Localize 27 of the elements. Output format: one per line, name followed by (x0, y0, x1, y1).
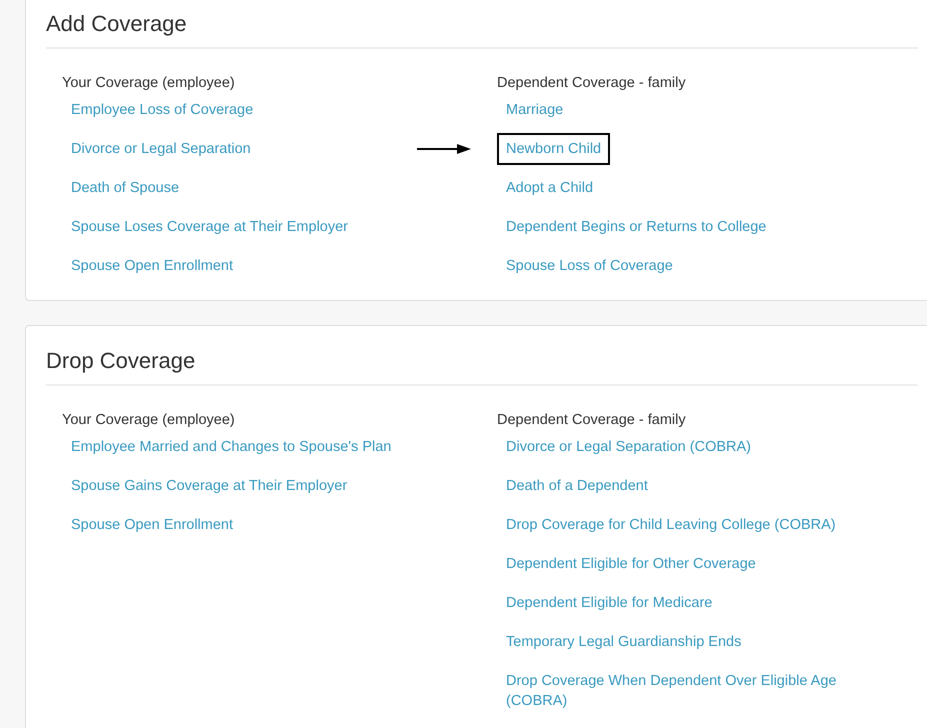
section-title: Add Coverage (46, 10, 188, 38)
coverage-link[interactable]: Spouse Loses Coverage at Their Employer (62, 211, 357, 243)
coverage-link[interactable]: Divorce or Legal Separation (COBRA) (497, 431, 760, 463)
coverage-link[interactable]: Dependent Eligible for Other Coverage (497, 548, 765, 580)
coverage-link[interactable]: Temporary Legal Guardianship Ends (497, 626, 750, 658)
column-heading: Dependent Coverage - family (497, 74, 687, 93)
coverage-link[interactable]: Death of Spouse (62, 172, 188, 204)
coverage-link[interactable]: Spouse Open Enrollment (62, 509, 242, 541)
column-heading: Dependent Coverage - family (497, 411, 687, 430)
coverage-link[interactable]: Dependent Begins or Returns to College (497, 211, 776, 243)
column-heading: Your Coverage (employee) (62, 411, 236, 430)
column-heading: Your Coverage (employee) (62, 74, 236, 93)
coverage-link[interactable]: Adopt a Child (497, 172, 602, 204)
coverage-link[interactable]: Drop Coverage When Dependent Over Eligible Age (COBRA) (497, 665, 869, 717)
coverage-link[interactable]: Spouse Gains Coverage at Their Employer (62, 470, 356, 502)
coverage-link[interactable]: Employee Loss of Coverage (62, 94, 262, 126)
coverage-link[interactable]: Marriage (497, 94, 572, 126)
coverage-link[interactable]: Death of a Dependent (497, 470, 657, 502)
coverage-link[interactable]: Drop Coverage for Child Leaving College (COBRA) (497, 509, 845, 541)
coverage-link[interactable]: Divorce or Legal Separation (62, 133, 260, 165)
coverage-link[interactable]: Spouse Loss of Coverage (497, 250, 682, 282)
coverage-link[interactable]: Newborn Child (497, 133, 610, 165)
coverage-link[interactable]: Dependent Eligible for Medicare (497, 587, 722, 619)
section-title: Drop Coverage (46, 347, 196, 375)
coverage-link[interactable]: Employee Married and Changes to Spouse's Plan (62, 431, 400, 463)
coverage-link[interactable]: Spouse Open Enrollment (62, 250, 242, 282)
pointer-arrow (417, 143, 471, 155)
